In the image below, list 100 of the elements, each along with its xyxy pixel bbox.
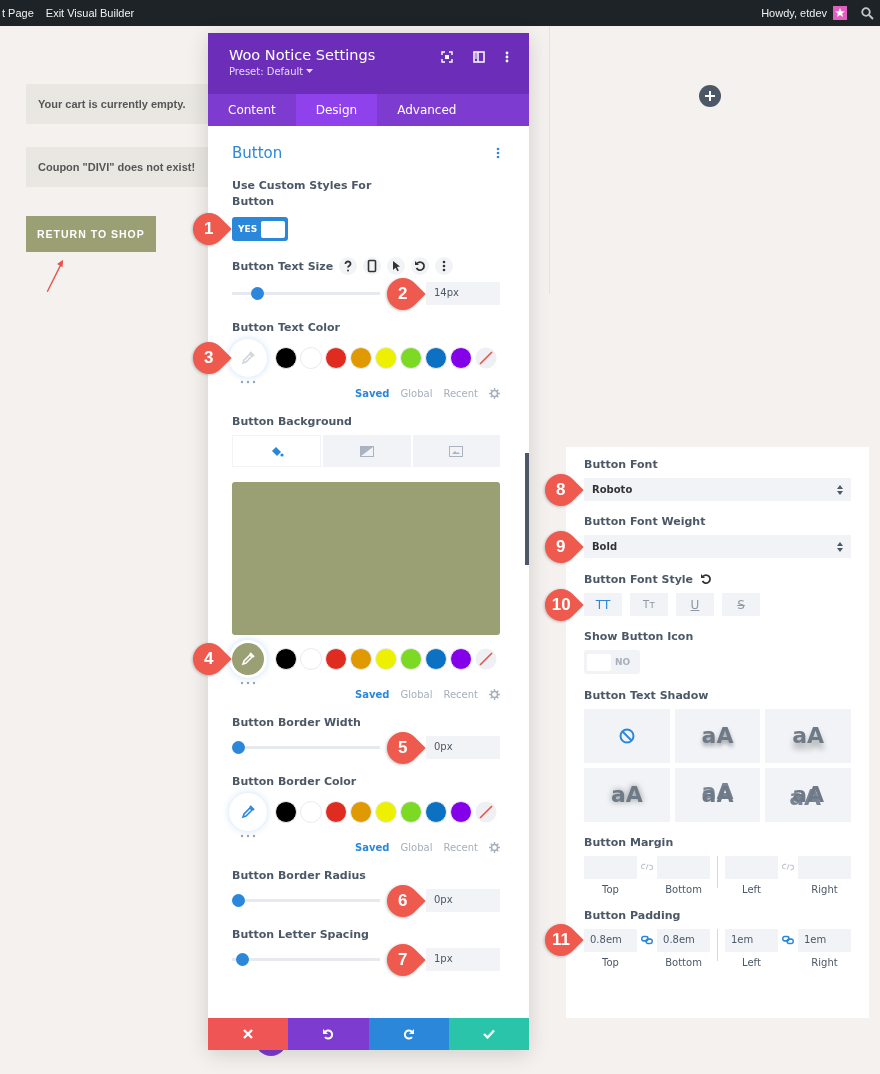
search-icon[interactable] bbox=[861, 6, 874, 20]
color-swatch[interactable] bbox=[425, 648, 447, 670]
add-button[interactable] bbox=[699, 85, 721, 107]
settings-tab[interactable]: Design bbox=[295, 94, 378, 126]
palette-tab[interactable]: Saved bbox=[355, 388, 390, 399]
admin-link[interactable]: t Page bbox=[2, 7, 34, 19]
color-swatch[interactable] bbox=[450, 347, 472, 369]
link-icon[interactable] bbox=[781, 934, 794, 945]
palette-tab[interactable]: Recent bbox=[443, 388, 478, 399]
color-swatch[interactable] bbox=[450, 648, 472, 670]
toggle-switch[interactable]: NO bbox=[584, 650, 640, 674]
redo-button[interactable] bbox=[368, 1018, 449, 1050]
reset-icon[interactable] bbox=[411, 257, 430, 275]
greeting-link[interactable]: Howdy, etdev bbox=[761, 7, 827, 19]
dropdown-select[interactable]: Roboto bbox=[584, 478, 851, 501]
settings-icon[interactable] bbox=[489, 689, 500, 700]
settings-tab[interactable]: Advanced bbox=[377, 94, 477, 126]
color-swatch[interactable] bbox=[425, 347, 447, 369]
color-swatch[interactable] bbox=[350, 648, 372, 670]
reset-icon[interactable] bbox=[699, 572, 714, 586]
dropdown-select[interactable]: Bold bbox=[584, 535, 851, 558]
value-field[interactable]: 0px bbox=[426, 889, 500, 912]
caret-icon[interactable] bbox=[306, 69, 314, 74]
text-shadow-option[interactable] bbox=[584, 708, 670, 763]
text-shadow-option[interactable]: aA bbox=[765, 767, 851, 822]
color-picker[interactable] bbox=[232, 796, 264, 828]
slider-handle[interactable] bbox=[232, 741, 245, 754]
undo-button[interactable] bbox=[288, 1018, 369, 1050]
color-swatch[interactable] bbox=[375, 347, 397, 369]
palette-tab[interactable]: Recent bbox=[443, 842, 478, 853]
input-caption: Right bbox=[811, 956, 838, 968]
palette-tab[interactable]: Recent bbox=[443, 689, 478, 700]
color-swatch[interactable] bbox=[325, 648, 347, 670]
text-shadow-option[interactable]: aA bbox=[584, 767, 670, 822]
gradient-icon bbox=[360, 445, 374, 457]
spacing-input[interactable]: 0.8em bbox=[657, 928, 711, 952]
field-label: Button Padding bbox=[584, 908, 681, 922]
palette-tab[interactable]: Saved bbox=[355, 689, 390, 700]
toggle-switch[interactable]: YES bbox=[232, 217, 288, 241]
color-swatch[interactable] bbox=[400, 801, 422, 823]
scrollbar[interactable] bbox=[525, 453, 529, 565]
field-label: Show Button Icon bbox=[584, 630, 694, 643]
value-field[interactable]: 1px bbox=[426, 948, 500, 971]
palette-tab[interactable]: Saved bbox=[355, 842, 390, 853]
settings-icon[interactable] bbox=[489, 842, 500, 853]
close-icon bbox=[243, 1029, 254, 1039]
color-swatch[interactable] bbox=[425, 801, 447, 823]
color-swatch[interactable] bbox=[350, 801, 372, 823]
sidebar-icon[interactable] bbox=[473, 51, 485, 63]
color-swatch[interactable] bbox=[275, 648, 297, 670]
slider-handle[interactable] bbox=[250, 287, 264, 300]
color-swatch[interactable] bbox=[325, 801, 347, 823]
text-shadow-option[interactable]: aA bbox=[674, 708, 761, 763]
text-shadow-option[interactable]: aA bbox=[674, 767, 761, 822]
return-to-shop-button[interactable]: RETURN TO SHOP bbox=[26, 216, 156, 252]
expand-icon[interactable] bbox=[441, 51, 453, 63]
slider-handle[interactable] bbox=[236, 953, 250, 966]
value-field[interactable]: 14px bbox=[426, 282, 500, 305]
color-swatch[interactable] bbox=[450, 801, 472, 823]
slider-handle[interactable] bbox=[232, 894, 245, 907]
check-icon bbox=[482, 1029, 495, 1039]
color-picker[interactable] bbox=[232, 643, 264, 675]
input-caption: Bottom bbox=[665, 956, 702, 968]
no-color-swatch[interactable] bbox=[475, 347, 497, 369]
palette-tab[interactable]: Global bbox=[400, 842, 433, 853]
value-field[interactable]: 0px bbox=[426, 736, 500, 759]
avatar-icon[interactable] bbox=[833, 6, 847, 20]
admin-link[interactable]: Exit Visual Builder bbox=[45, 7, 135, 19]
color-swatch[interactable] bbox=[400, 648, 422, 670]
help-icon[interactable] bbox=[339, 257, 358, 275]
field-label: Use Custom Styles For Button bbox=[232, 178, 372, 210]
color-swatch[interactable] bbox=[325, 347, 347, 369]
color-swatch[interactable] bbox=[350, 347, 372, 369]
color-swatch[interactable] bbox=[400, 347, 422, 369]
link-icon[interactable] bbox=[641, 934, 654, 945]
font-style-button[interactable]: U bbox=[676, 593, 714, 616]
no-color-swatch[interactable] bbox=[475, 801, 497, 823]
undo-icon bbox=[322, 1028, 335, 1040]
settings-icon[interactable] bbox=[489, 388, 500, 399]
font-style-button[interactable]: TT bbox=[584, 593, 622, 616]
no-color-swatch[interactable] bbox=[475, 648, 497, 670]
color-swatch[interactable] bbox=[275, 801, 297, 823]
section-title[interactable]: Button bbox=[232, 144, 283, 162]
spacing-input[interactable]: 1em bbox=[724, 928, 778, 952]
phone-icon[interactable] bbox=[363, 257, 382, 275]
more-icon[interactable] bbox=[435, 257, 454, 275]
spacing-input[interactable]: 1em bbox=[798, 928, 851, 952]
pointer-icon[interactable] bbox=[387, 257, 406, 275]
palette-tab[interactable]: Global bbox=[400, 689, 433, 700]
text-shadow-option[interactable]: aA bbox=[765, 708, 851, 763]
font-style-button[interactable]: S bbox=[722, 593, 760, 616]
preset-dropdown[interactable]: Preset: Default bbox=[229, 66, 376, 77]
color-swatch[interactable] bbox=[375, 648, 397, 670]
spacing-input[interactable]: 0.8em bbox=[584, 928, 637, 952]
font-style-button[interactable]: Tт bbox=[630, 593, 668, 616]
palette-tab[interactable]: Global bbox=[400, 388, 433, 399]
color-swatch[interactable] bbox=[375, 801, 397, 823]
more-icon[interactable] bbox=[505, 51, 509, 63]
color-swatch[interactable] bbox=[275, 347, 297, 369]
color-picker[interactable] bbox=[232, 342, 264, 374]
